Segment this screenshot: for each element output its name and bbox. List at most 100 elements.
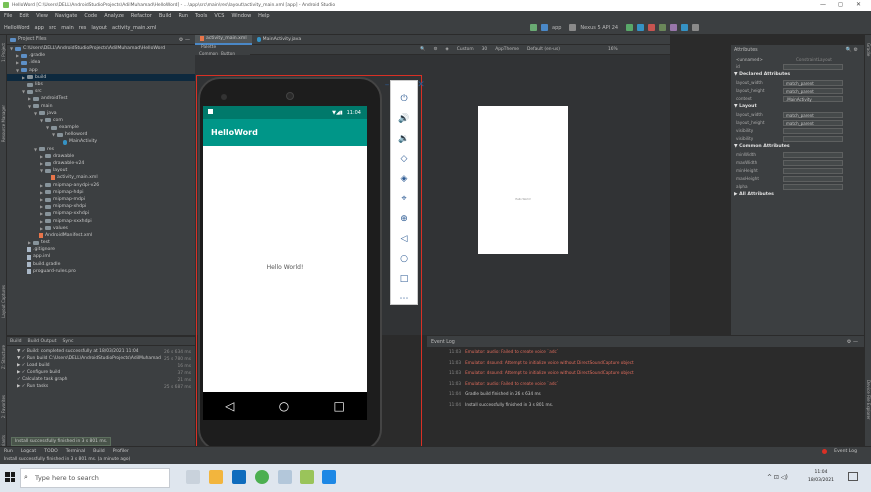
tree-item[interactable]: ▶ .idea [7,59,195,66]
tree-item[interactable]: MainActivity [7,138,195,145]
device-select[interactable]: Nexus 5 API 24 [580,25,618,31]
structure-tab[interactable]: Z: Structure [1,345,6,369]
tree-item[interactable]: ▶ values [7,225,195,232]
back-nav-button[interactable]: ◁ [225,399,234,413]
volume-up-icon[interactable]: 🔊 [390,109,418,129]
menu-file[interactable]: File [4,13,12,19]
task-view-icon[interactable] [186,470,200,484]
tree-item[interactable]: ▼ layout [7,167,195,174]
tab-activity-main[interactable]: activity_main.xml [195,34,252,45]
tab-main-activity[interactable]: MainActivity.java [252,35,307,45]
favorites-tab[interactable]: 2: Favorites [1,395,6,418]
tree-item[interactable]: ▶ androidTest [7,95,195,102]
breadcrumb-item[interactable]: res [79,25,87,31]
tree-item[interactable]: libs [7,81,195,88]
tree-item[interactable]: proguard-rules.pro [7,268,195,275]
app-taskbar-icon[interactable] [322,470,336,484]
zoom-icon[interactable]: ⊕ [390,209,418,229]
menu-view[interactable]: View [36,13,48,19]
attribute-section-header[interactable]: ▼ Declared Attributes [731,71,864,79]
build-tab[interactable]: Sync [63,339,74,344]
attr-value-field[interactable] [783,176,843,182]
debug-icon[interactable] [637,24,645,31]
menu-help[interactable]: Help [258,13,269,19]
windows-start-icon[interactable] [5,472,15,482]
tree-item[interactable]: ▼ main [7,103,195,110]
tree-item[interactable]: ▼ app [7,67,195,74]
attr-value-field[interactable]: match_parent [783,88,843,94]
system-tray-icons[interactable]: ^ ⊡ ◁) [767,474,788,481]
custom-device-select[interactable]: Custom [457,47,474,52]
gear-icon[interactable]: ⚙ [433,47,437,52]
tree-item[interactable]: ▶ mipmap-xhdpi [7,203,195,210]
build-tab[interactable]: Build [10,339,22,344]
file-explorer-icon[interactable] [209,470,223,484]
overview-icon[interactable]: □ [390,269,418,289]
tool-tab-todo[interactable]: TODO [44,449,58,454]
back-icon[interactable]: ◁ [390,229,418,249]
menu-code[interactable]: Code [84,13,97,19]
breadcrumb-item[interactable]: app [35,25,44,31]
tool-tab-terminal[interactable]: Terminal [66,449,85,454]
menu-tools[interactable]: Tools [195,13,207,19]
tool-tab-logcat[interactable]: Logcat [21,449,36,454]
menu-window[interactable]: Window [231,13,251,19]
build-tab[interactable]: Build Output [28,339,57,344]
menu-vcs[interactable]: VCS [214,13,224,19]
attribute-section-header[interactable]: ▼ Layout [731,103,864,111]
tree-item[interactable]: ▼ java [7,110,195,117]
minimize-button[interactable]: — [820,1,826,8]
attr-value-field[interactable] [783,136,843,142]
project-panel-settings-icon[interactable]: ⚙ — [179,37,190,43]
power-icon[interactable]: ⏻ [390,89,418,109]
tree-item[interactable]: ▼ example [7,124,195,131]
tree-item[interactable]: ▶ build [7,73,195,81]
attribute-section-header[interactable]: ▶ All Attributes [731,191,864,199]
menu-edit[interactable]: Edit [19,13,29,19]
tree-item[interactable]: ▶ mipmap-mdpi [7,196,195,203]
taskbar-clock[interactable]: 11:04 18/03/2021 [808,469,834,485]
attr-value-field[interactable]: match_parent [783,112,843,118]
breadcrumb-item[interactable]: HelloWord [4,25,30,31]
attr-value-field[interactable] [783,168,843,174]
tree-item[interactable]: ▼ com [7,117,195,124]
tree-item[interactable]: ▶ mipmap-hdpi [7,189,195,196]
menu-build[interactable]: Build [159,13,172,19]
tree-item[interactable]: .gitignore [7,246,195,253]
mail-icon[interactable] [232,470,246,484]
breadcrumb-item[interactable]: activity_main.xml [112,25,156,31]
gradle-tab[interactable]: Gradle [866,43,871,56]
screenshot-icon[interactable]: ⌖ [390,189,418,209]
volume-down-icon[interactable]: 🔉 [390,129,418,149]
attr-value-field[interactable]: match_parent [783,80,843,86]
tree-item[interactable]: activity_main.xml [7,174,195,181]
attribute-section-header[interactable]: ▼ Common Attributes [731,143,864,151]
tree-item[interactable]: build.gradle [7,261,195,268]
attr-value-field[interactable]: match_parent [783,120,843,126]
emulator-screen[interactable] [203,106,367,392]
more-icon[interactable]: ⋯ [390,289,418,309]
tree-item[interactable]: ▶ mipmap-anydpi-v26 [7,182,195,189]
attr-value-field[interactable] [783,184,843,190]
tool-tab-run[interactable]: Run [4,449,13,454]
id-field[interactable] [783,64,843,70]
event-text[interactable]: Emulator: dsound: Attempt to initialize … [465,370,634,375]
locale-select[interactable]: Default (en-us) [527,47,560,52]
maximize-button[interactable]: ◻ [838,1,843,8]
sdk-manager-icon[interactable] [681,24,689,31]
rotate-right-icon[interactable]: ◈ [390,169,418,189]
photos-icon[interactable] [278,470,292,484]
tree-item[interactable]: ▼ res [7,146,195,153]
device-file-explorer-tab[interactable]: Device File Explorer [866,380,871,420]
tree-item[interactable]: ▼ helloword [7,131,195,138]
sync-icon[interactable] [659,24,667,31]
avd-manager-icon[interactable] [670,24,678,31]
project-tool-tab[interactable]: 1: Project [1,43,6,62]
tree-item[interactable]: ▶ drawable [7,153,195,160]
menu-run[interactable]: Run [178,13,188,19]
event-text[interactable]: Gradle build finished in 26 s 634 ms [465,391,541,396]
tool-tab-build[interactable]: Build [93,449,105,454]
home-nav-button[interactable]: ○ [279,399,289,413]
stop-icon[interactable] [648,24,656,31]
project-view-select[interactable]: Project Files [18,37,46,42]
